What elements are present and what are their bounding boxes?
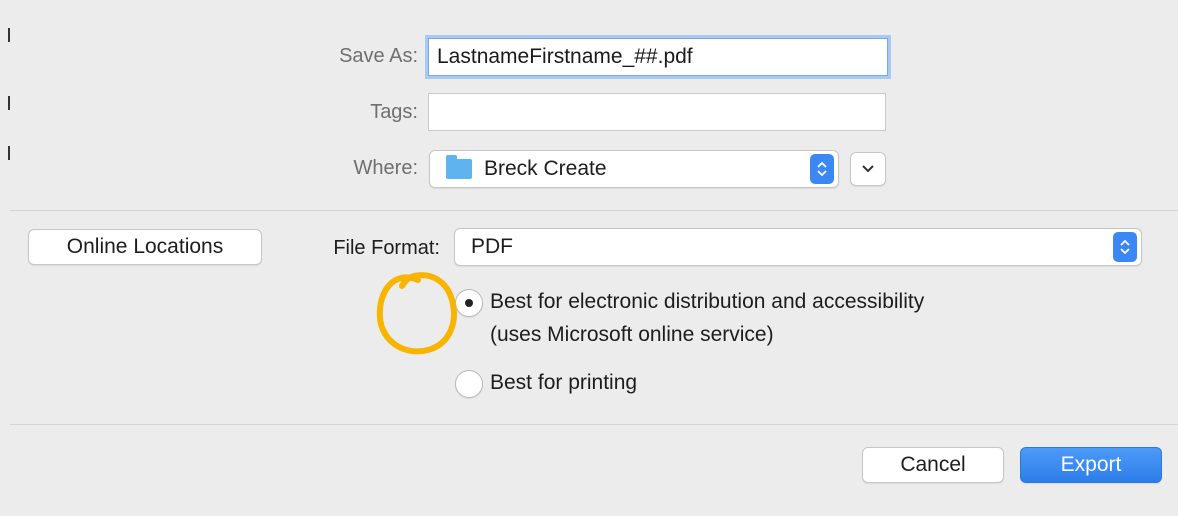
option-printing-label: Best for printing [490,371,638,394]
save-as-label: Save As: [339,45,418,67]
edge-mark [8,146,10,160]
export-button[interactable]: Export [1020,447,1162,483]
where-popup[interactable]: Breck Create [429,150,839,188]
radio-selected-dot [465,299,473,307]
up-down-chevron-icon [810,154,834,184]
file-format-label: File Format: [333,237,440,259]
cancel-button[interactable]: Cancel [862,447,1004,483]
folder-icon [446,155,472,179]
tags-field[interactable] [428,93,886,131]
tags-label: Tags: [370,101,418,123]
save-as-field[interactable]: LastnameFirstname_##.pdf [428,38,888,76]
option-electronic-label: Best for electronic distribution and acc… [490,290,925,313]
edge-mark [8,28,10,42]
divider [10,210,1178,211]
where-label: Where: [353,157,418,179]
radio-electronic[interactable] [455,289,483,317]
save-dialog: Save As: LastnameFirstname_##.pdf Tags: … [0,0,1178,516]
radio-printing[interactable] [455,370,483,398]
where-value: Breck Create [484,157,607,180]
option-electronic-sublabel: (uses Microsoft online service) [490,323,774,346]
file-format-popup[interactable]: PDF [454,228,1142,266]
online-locations-button[interactable]: Online Locations [28,229,262,265]
file-format-value: PDF [471,235,513,258]
chevron-down-icon [862,165,874,173]
up-down-chevron-icon [1113,232,1137,262]
edge-mark [8,96,10,110]
expand-button[interactable] [850,152,886,186]
divider [10,424,1178,425]
